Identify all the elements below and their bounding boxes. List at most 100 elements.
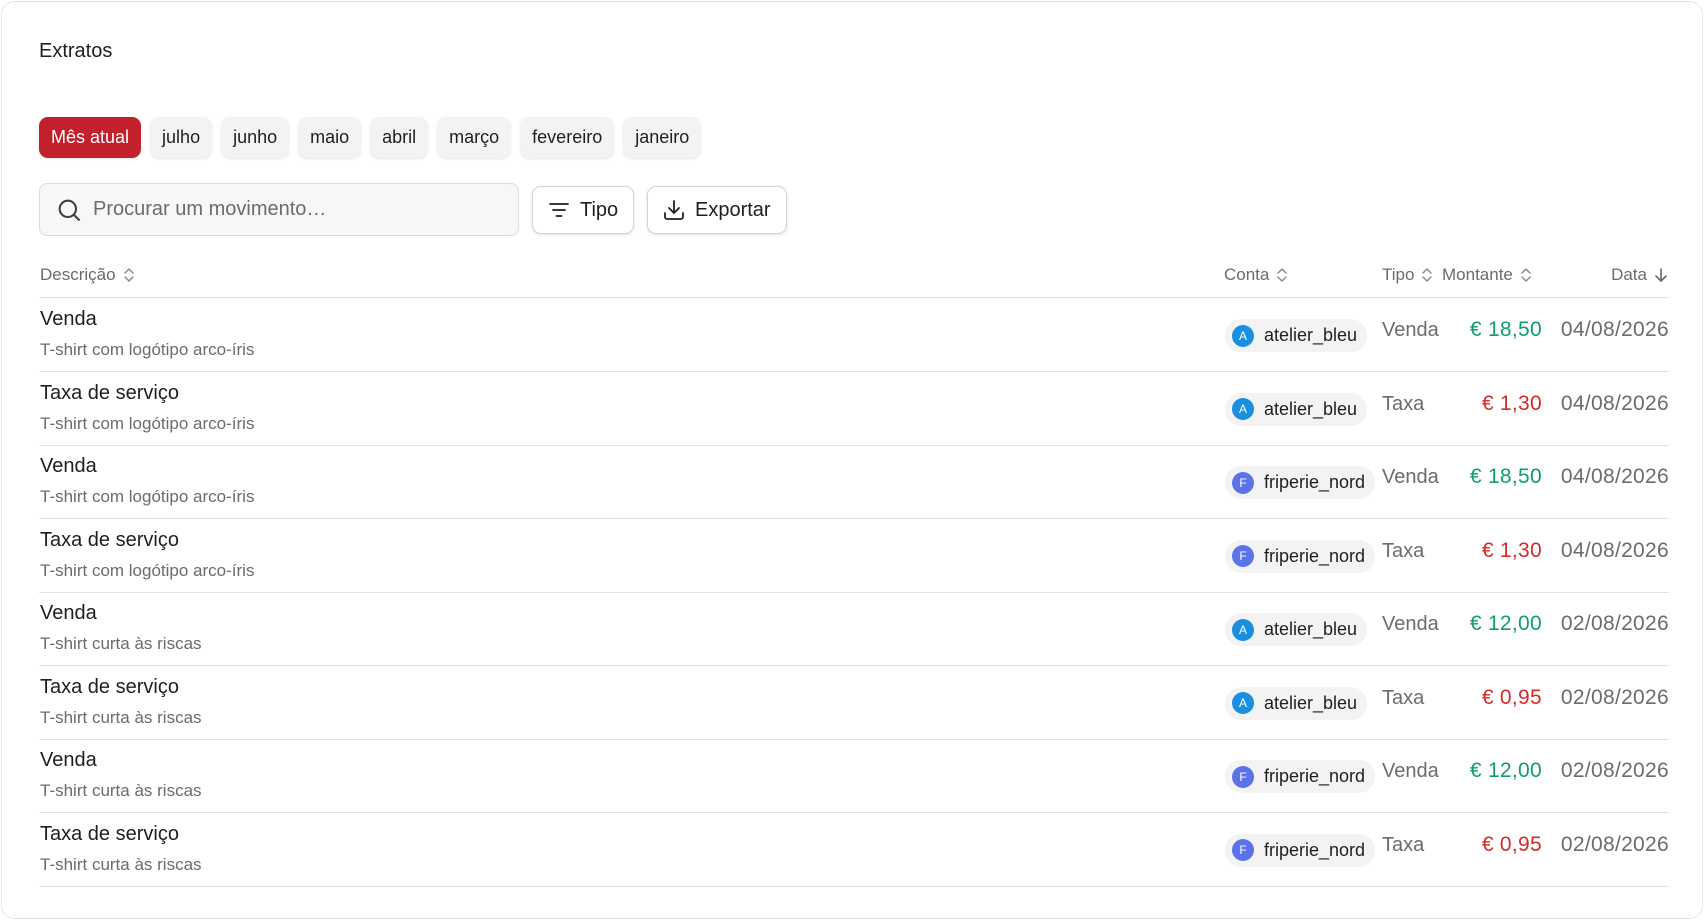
row-title: Venda <box>40 749 97 771</box>
row-tipo: Venda <box>1382 319 1439 341</box>
row-subtitle: T-shirt com logótipo arco-íris <box>40 340 255 359</box>
account-name: friperie_nord <box>1264 766 1366 786</box>
arrow-down-icon <box>1655 268 1667 282</box>
row-date: 02/08/2026 <box>1560 759 1669 782</box>
extratos-card: Extratos Mês atual julho junho maio abri… <box>1 1 1703 919</box>
account-chip[interactable]: Ffriperie_nord <box>1225 760 1376 793</box>
month-pill-abril[interactable]: abril <box>370 117 429 158</box>
row-tipo: Venda <box>1382 466 1439 488</box>
account-chip[interactable]: Aatelier_bleu <box>1225 613 1368 646</box>
month-pill-junho[interactable]: junho <box>221 117 290 158</box>
row-subtitle: T-shirt com logótipo arco-íris <box>40 413 255 433</box>
avatar: F <box>1232 545 1254 567</box>
row-subtitle: T-shirt com logótipo arco-íris <box>40 560 255 580</box>
row-tipo: Taxa <box>1382 686 1425 709</box>
row-amount: € 12,00 <box>1469 612 1542 635</box>
month-filter: Mês atual julho junho maio abril março f… <box>39 117 702 158</box>
sort-descricao-header[interactable]: Descrição <box>40 265 136 285</box>
row-date: 02/08/2026 <box>1560 612 1669 635</box>
row-tipo: Taxa <box>1382 392 1425 415</box>
table-row[interactable]: Taxa de serviço T-shirt curta às riscas Aa… <box>39 666 1669 740</box>
account-chip[interactable]: Aatelier_bleu <box>1225 686 1368 720</box>
table-row[interactable]: Venda T-shirt curta às riscas Ffriperie_no… <box>39 739 1669 813</box>
row-date: 02/08/2026 <box>1560 685 1669 709</box>
sort-tipo-header[interactable]: Tipo <box>1382 265 1434 285</box>
table-row[interactable]: Venda T-shirt com logótipo arco-íris Ffrip… <box>39 445 1669 519</box>
row-title: Taxa de serviço <box>40 381 179 404</box>
search-icon <box>58 199 80 221</box>
account-name: friperie_nord <box>1264 472 1366 492</box>
avatar: F <box>1232 765 1254 788</box>
sort-updown-icon <box>123 268 134 282</box>
account-name: atelier_bleu <box>1264 325 1358 345</box>
table-row[interactable]: Venda T-shirt curta às riscas Aatelier_ble… <box>39 592 1669 666</box>
row-title: Taxa de serviço <box>40 822 179 845</box>
export-label: Exportar <box>695 198 771 221</box>
row-amount: € 0,95 <box>1481 832 1542 856</box>
month-pill-current[interactable]: Mês atual <box>39 117 142 158</box>
row-amount: € 0,95 <box>1481 685 1542 709</box>
row-date: 02/08/2026 <box>1560 832 1669 856</box>
account-chip[interactable]: Aatelier_bleu <box>1225 392 1368 426</box>
search-box <box>39 183 519 236</box>
row-tipo: Venda <box>1382 613 1439 635</box>
month-pill-julho[interactable]: julho <box>150 117 213 158</box>
download-icon <box>664 200 684 220</box>
avatar: A <box>1232 618 1254 641</box>
row-subtitle: T-shirt curta às riscas <box>40 634 202 653</box>
month-pill-fevereiro[interactable]: fevereiro <box>520 117 615 158</box>
row-title: Venda <box>40 308 97 330</box>
month-pill-janeiro[interactable]: janeiro <box>623 117 702 158</box>
account-chip[interactable]: Aatelier_bleu <box>1225 319 1368 352</box>
header-tipo-label: Tipo <box>1382 265 1415 284</box>
export-button[interactable]: Exportar <box>647 186 787 234</box>
sort-data-header[interactable]: Data <box>1611 265 1669 285</box>
avatar: A <box>1232 398 1254 420</box>
search-input[interactable] <box>93 198 493 221</box>
filter-icon <box>549 203 569 217</box>
header-data-label: Data <box>1611 265 1647 284</box>
page-title: Extratos <box>39 40 113 62</box>
row-date: 04/08/2026 <box>1560 538 1669 562</box>
row-subtitle: T-shirt curta às riscas <box>40 854 202 874</box>
row-subtitle: T-shirt curta às riscas <box>40 781 202 800</box>
row-title: Taxa de serviço <box>40 528 179 551</box>
account-chip[interactable]: Ffriperie_nord <box>1225 833 1376 867</box>
table-row[interactable]: Taxa de serviço T-shirt com logótipo arco… <box>39 519 1669 593</box>
avatar: F <box>1232 471 1254 494</box>
month-pill-marco[interactable]: março <box>437 117 512 158</box>
account-name: atelier_bleu <box>1264 398 1358 419</box>
avatar: F <box>1232 839 1254 861</box>
row-title: Venda <box>40 455 97 477</box>
row-amount: € 12,00 <box>1469 759 1542 782</box>
avatar: A <box>1232 324 1254 347</box>
table-row[interactable]: Venda T-shirt com logótipo arco-íris Aatel… <box>39 298 1669 372</box>
row-date: 04/08/2026 <box>1560 391 1669 415</box>
header-montante-label: Montante <box>1442 265 1513 284</box>
account-chip[interactable]: Ffriperie_nord <box>1225 466 1376 499</box>
sort-updown-icon <box>1422 268 1433 282</box>
row-tipo: Taxa <box>1382 539 1425 562</box>
table-header: Descrição Conta Tipo Montante Data <box>39 260 1669 298</box>
row-date: 04/08/2026 <box>1560 465 1669 488</box>
row-date: 04/08/2026 <box>1560 318 1669 341</box>
table-row[interactable]: Taxa de serviço T-shirt com logótipo arco… <box>39 372 1669 446</box>
row-tipo: Venda <box>1382 760 1439 782</box>
sort-updown-icon <box>1521 268 1531 282</box>
month-pill-maio[interactable]: maio <box>298 117 362 158</box>
account-name: friperie_nord <box>1264 545 1366 566</box>
account-name: atelier_bleu <box>1264 619 1358 639</box>
header-conta-label: Conta <box>1224 265 1270 284</box>
row-amount: € 18,50 <box>1469 465 1542 488</box>
row-tipo: Taxa <box>1382 833 1425 856</box>
sort-updown-icon <box>1277 268 1288 282</box>
type-filter-button[interactable]: Tipo <box>532 186 635 234</box>
table-row[interactable]: Taxa de serviço T-shirt curta às riscas Ff… <box>39 813 1669 887</box>
avatar: A <box>1232 692 1254 714</box>
row-amount: € 1,30 <box>1481 538 1542 562</box>
account-name: atelier_bleu <box>1264 692 1358 713</box>
sort-montante-header[interactable]: Montante <box>1442 265 1533 285</box>
account-name: friperie_nord <box>1264 839 1366 860</box>
account-chip[interactable]: Ffriperie_nord <box>1225 539 1376 573</box>
sort-conta-header[interactable]: Conta <box>1224 265 1289 285</box>
